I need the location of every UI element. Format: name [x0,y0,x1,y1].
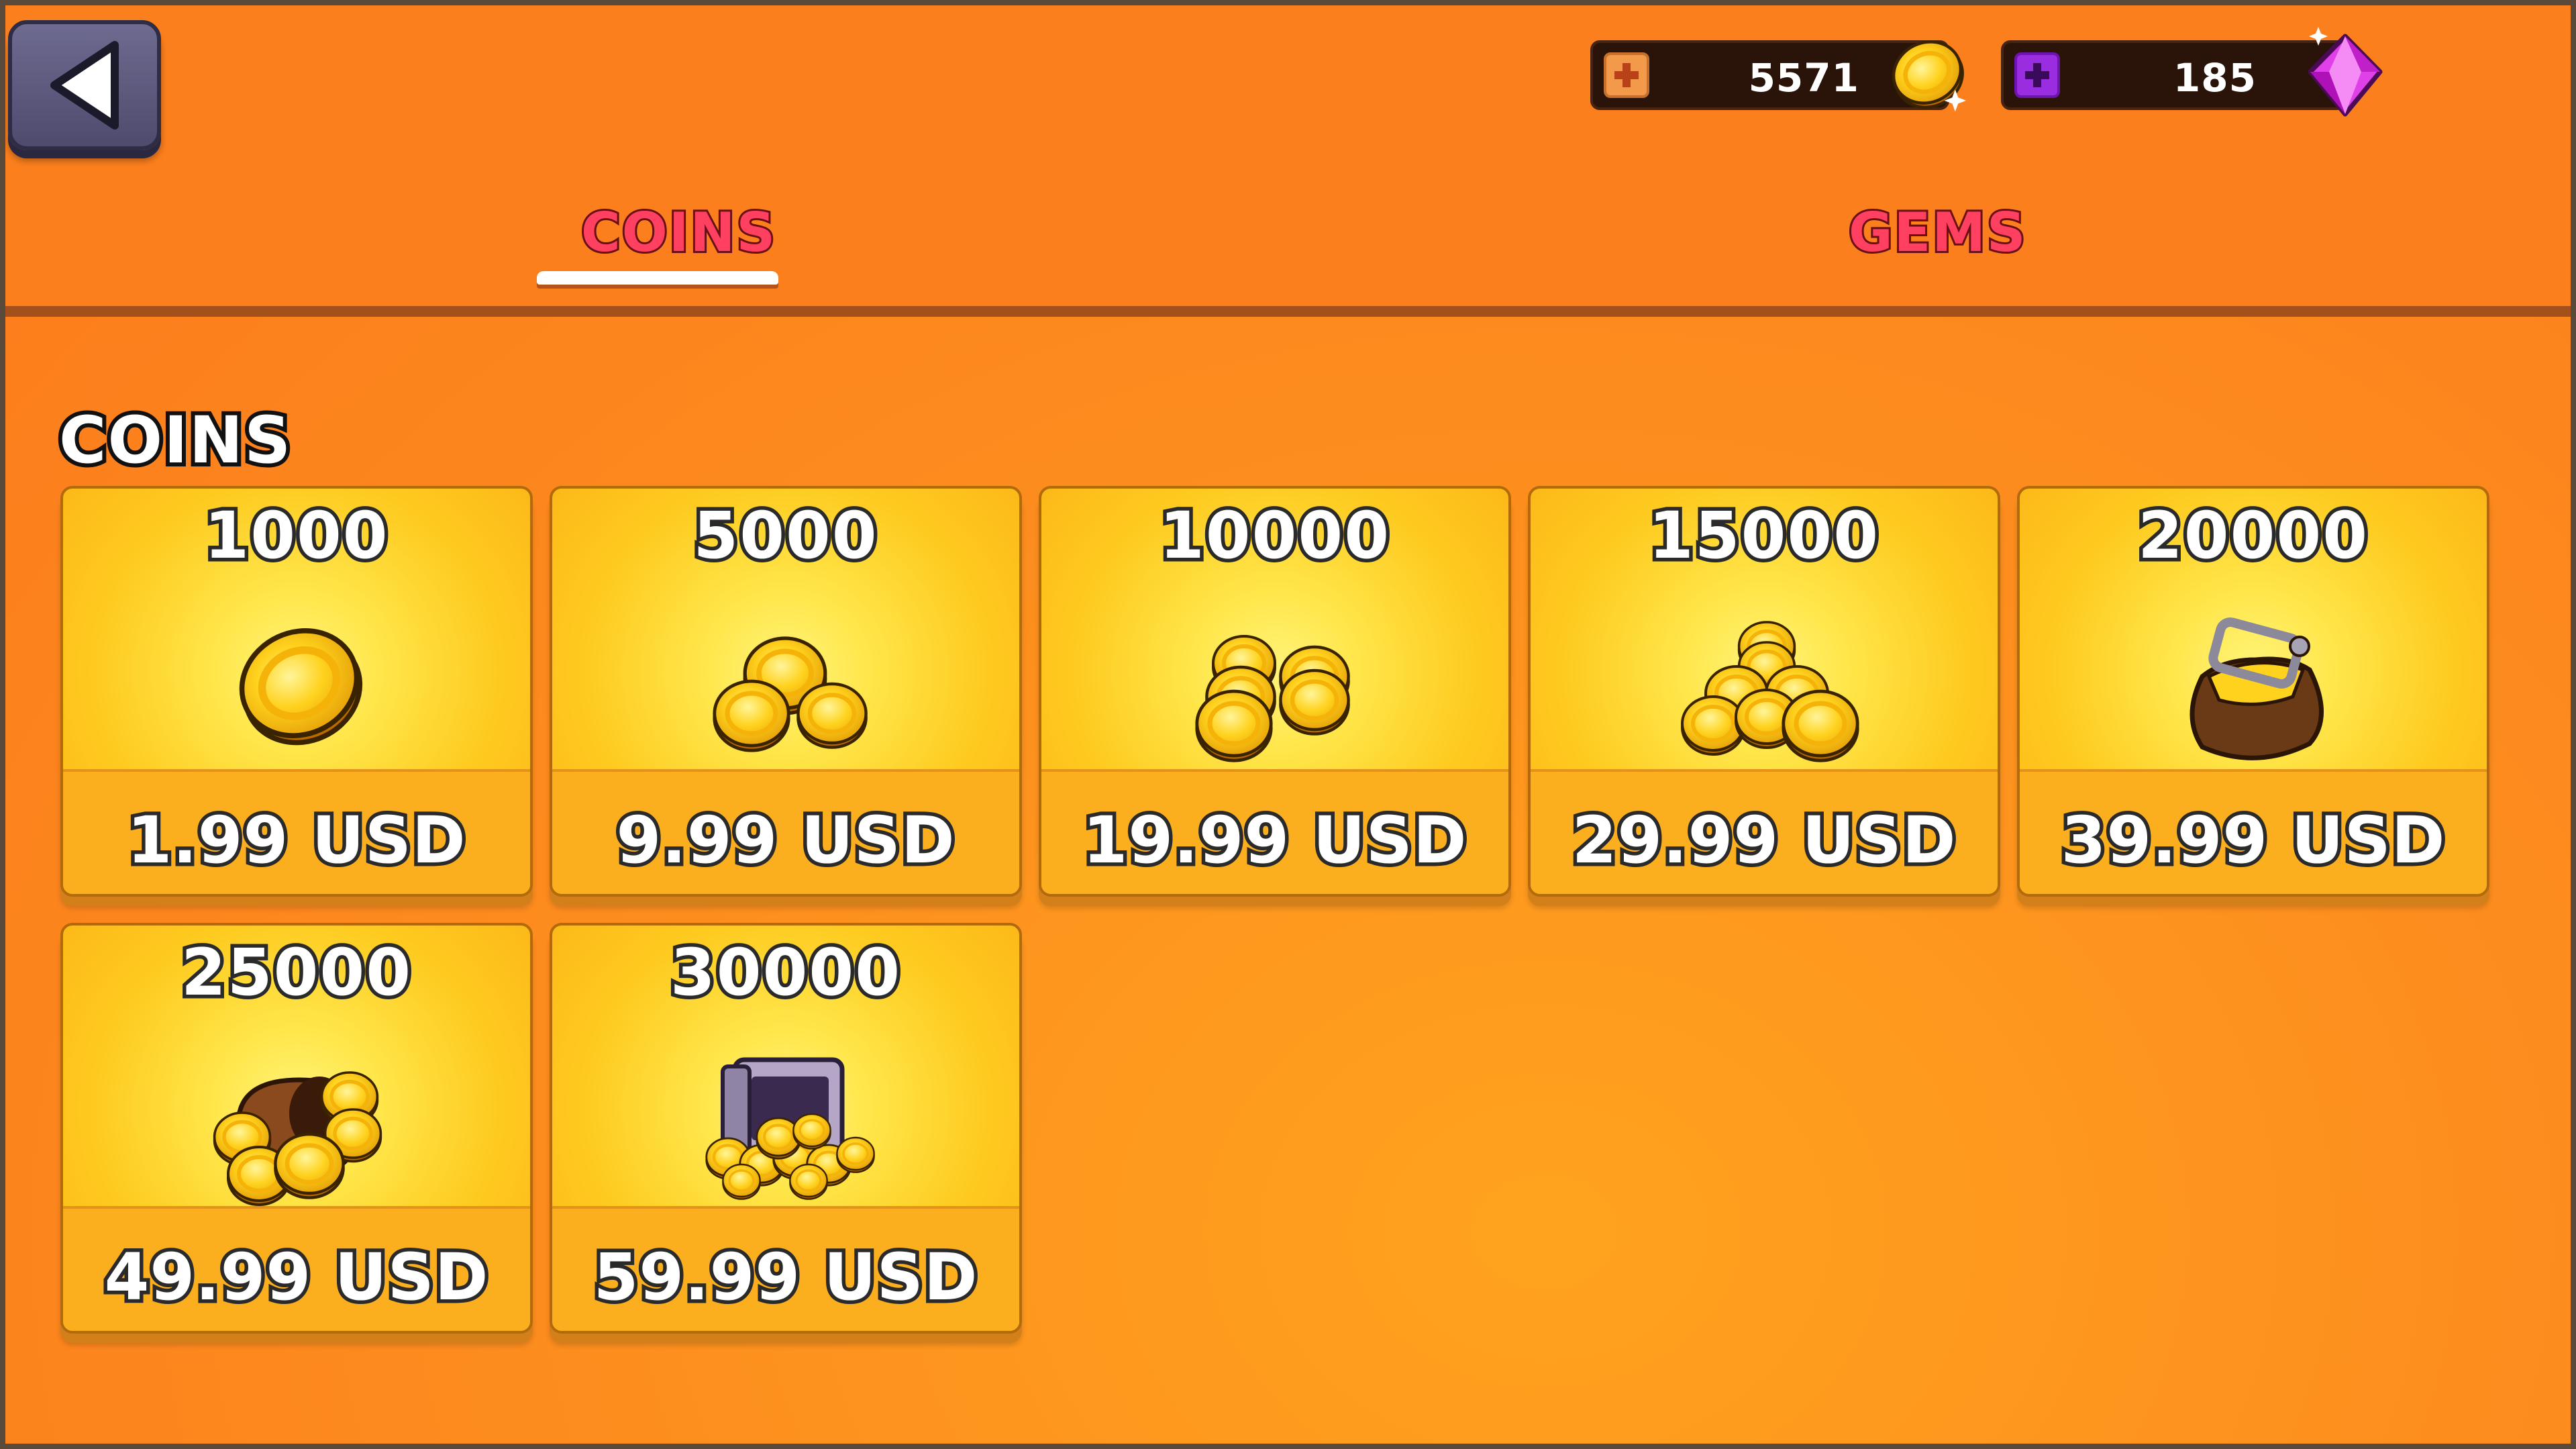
offer-price: 29.99 USD [1568,799,1959,882]
offer-card-15000[interactable]: 15000 29.99 USD [1528,486,2000,897]
price-band: 49.99 USD [63,1206,530,1331]
offer-amount: 1000 [201,495,391,577]
tab-gems[interactable]: GEMS [1847,199,2028,266]
offer-price: 9.99 USD [613,799,958,882]
coin-safe-icon [688,1057,889,1207]
gem-balance-bar: 185 [2001,40,2347,110]
offer-card-25000[interactable]: 25000 49.99 USD [60,923,533,1334]
coin-pile-small-icon [688,603,889,770]
price-band: 9.99 USD [552,769,1019,894]
price-band: 29.99 USD [1531,769,1998,894]
offer-amount: 25000 [178,932,415,1014]
coin-purse-icon [2189,617,2324,760]
offer-price: 19.99 USD [1079,799,1470,882]
section-title: COINS [55,399,295,482]
price-band: 1.99 USD [63,769,530,894]
offer-amount: 20000 [2134,495,2371,577]
offer-card-1000[interactable]: 1000 1.99 USD [60,486,533,897]
coin-pyramid-icon [1666,603,1867,770]
offer-price: 39.99 USD [2057,799,2449,882]
price-band: 19.99 USD [1041,769,1508,894]
single-coin-icon [199,603,400,770]
coin-icon [1884,30,1970,115]
coin-stacks-icon [1177,603,1378,770]
header-divider [5,306,2571,317]
back-button[interactable] [8,20,161,150]
offer-price: 49.99 USD [101,1236,492,1319]
offer-price: 59.99 USD [590,1236,981,1319]
gem-balance-value: 185 [2173,55,2257,101]
tab-coins[interactable]: COINS [579,199,777,266]
gem-icon [2308,27,2383,117]
offer-amount: 10000 [1156,495,1393,577]
offer-amount: 30000 [667,932,904,1014]
price-band: 39.99 USD [2020,769,2487,894]
coin-sack-icon [199,1040,400,1207]
plus-icon [1614,63,1639,87]
plus-icon [2025,63,2049,87]
offer-card-5000[interactable]: 5000 9.99 USD [550,486,1022,897]
add-coins-button[interactable] [1604,52,1649,98]
offer-card-10000[interactable]: 10000 19.99 USD [1039,486,1511,897]
offer-price: 1.99 USD [123,799,469,882]
offer-amount: 15000 [1645,495,1882,577]
active-tab-indicator [537,271,778,285]
offer-card-30000[interactable]: 30000 59.99 USD [550,923,1022,1334]
offer-card-20000[interactable]: 20000 39.99 USD [2017,486,2489,897]
offer-amount: 5000 [690,495,880,577]
add-gems-button[interactable] [2014,52,2060,98]
back-arrow-icon [50,41,119,130]
price-band: 59.99 USD [552,1206,1019,1331]
coin-balance-value: 5571 [1748,55,1859,101]
